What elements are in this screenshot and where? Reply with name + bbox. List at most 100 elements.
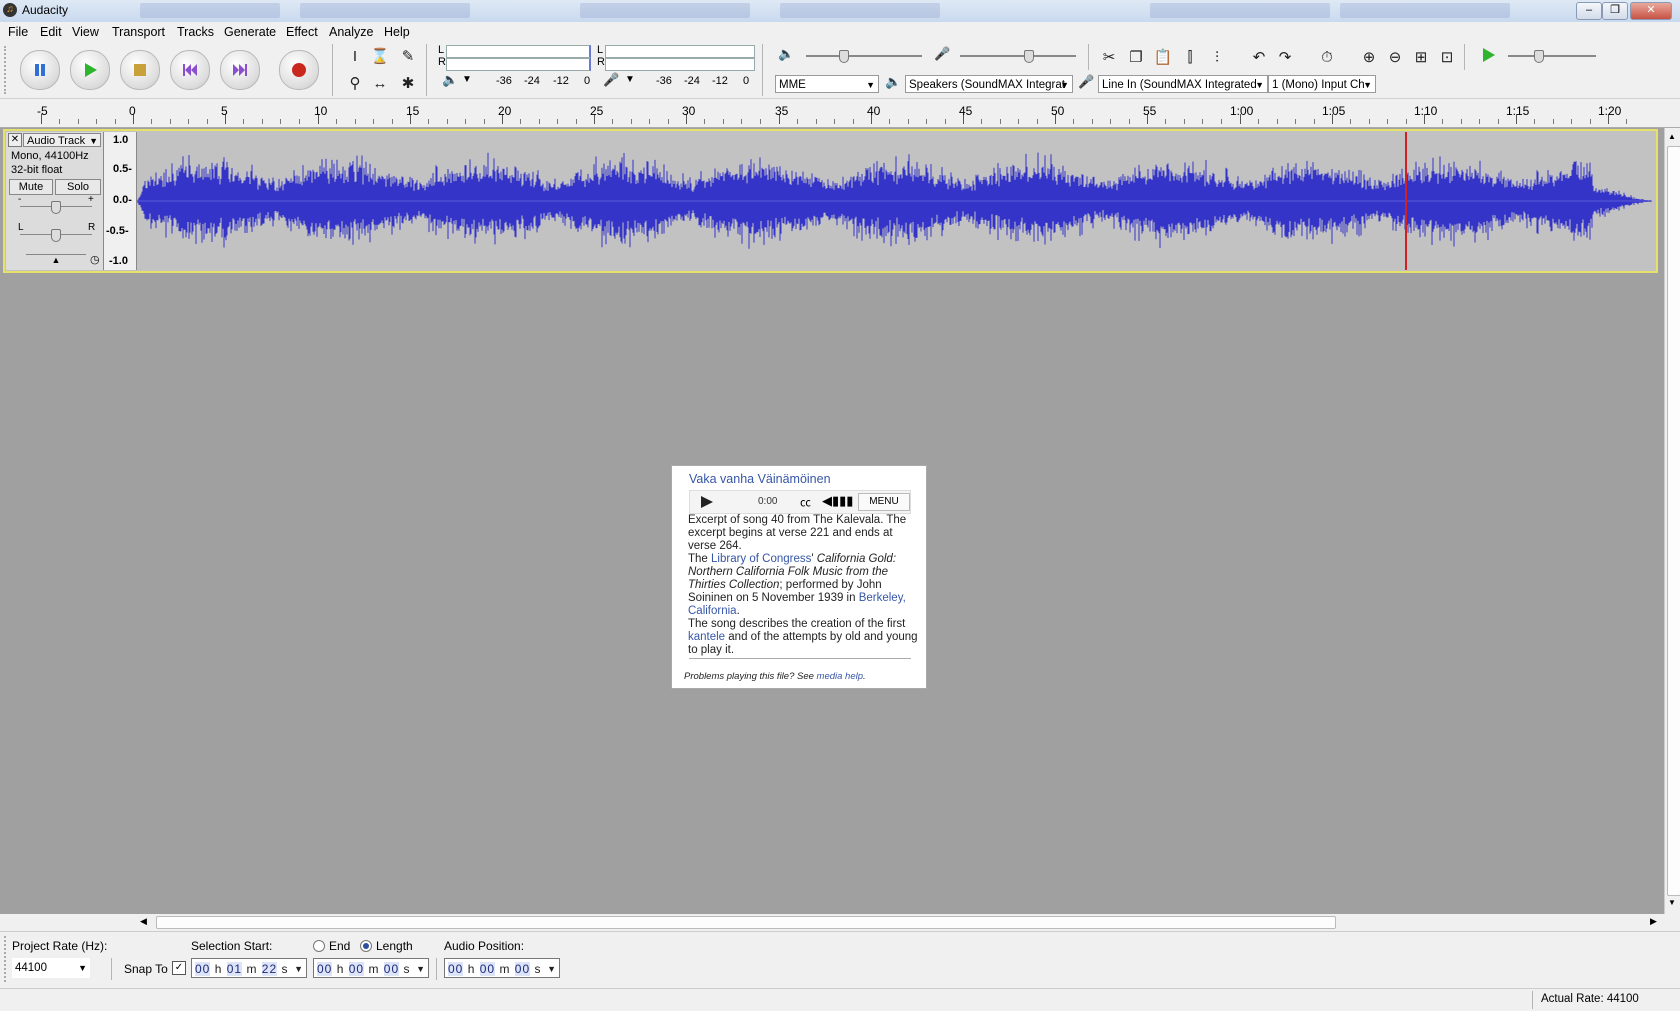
zoom-out-icon[interactable]: ⊖	[1384, 46, 1406, 68]
minutes-digits[interactable]: 00	[479, 962, 496, 976]
skip-to-end-button[interactable]	[220, 50, 260, 90]
selection-tool-icon[interactable]: I	[344, 45, 366, 67]
chevron-down-icon[interactable]: ▼	[547, 959, 557, 979]
play-speed-slider[interactable]	[1508, 55, 1596, 57]
menu-help[interactable]: Help	[380, 24, 414, 40]
undo-icon[interactable]: ↶	[1248, 46, 1270, 68]
hours-digits[interactable]: 00	[448, 962, 464, 976]
vertical-scroll-thumb[interactable]	[1667, 146, 1680, 896]
toolbar-grip[interactable]	[4, 936, 9, 982]
scroll-up-icon[interactable]: ▲	[1668, 132, 1676, 141]
menu-generate[interactable]: Generate	[220, 24, 280, 40]
selection-length-time[interactable]: 00 h 00 m 00 s ▼	[313, 958, 429, 978]
input-device-select[interactable]: Line In (SoundMAX Integrated ▼	[1098, 75, 1268, 93]
play-speed-knob[interactable]	[1534, 50, 1544, 63]
kantele-link[interactable]: kantele	[688, 631, 725, 643]
menu-file[interactable]: File	[4, 24, 32, 40]
play-at-speed-button[interactable]	[1480, 46, 1498, 67]
playback-meter-right[interactable]	[446, 58, 591, 71]
snap-to-checkbox[interactable]: ✓	[172, 961, 186, 975]
mute-button[interactable]: Mute	[9, 179, 53, 195]
pause-button[interactable]	[20, 50, 60, 90]
hours-digits[interactable]: 00	[317, 962, 333, 976]
cut-icon[interactable]: ✂	[1098, 46, 1120, 68]
track-name-menu[interactable]: Audio Track ▼	[23, 133, 101, 147]
solo-button[interactable]: Solo	[55, 179, 101, 195]
seconds-digits[interactable]: 00	[383, 962, 400, 976]
record-meter-menu-icon[interactable]: ▼	[625, 74, 635, 85]
playback-meter-menu-icon[interactable]: ▼	[462, 74, 472, 85]
copy-icon[interactable]: ❐	[1125, 46, 1147, 68]
envelope-tool-icon[interactable]: ⌛	[369, 45, 391, 67]
media-play-icon[interactable]	[700, 495, 714, 509]
end-radio[interactable]	[313, 940, 325, 952]
chevron-down-icon[interactable]: ▼	[294, 959, 304, 979]
play-button[interactable]	[70, 50, 110, 90]
stop-button[interactable]	[120, 50, 160, 90]
timeline-ruler[interactable]: -5 0 5 10 15 20 25 30 35 40 45 50 55 1:00 1:05 1:10 1:15…	[0, 99, 1680, 128]
menu-effect[interactable]: Effect	[282, 24, 322, 40]
draw-tool-icon[interactable]: ✎	[397, 45, 419, 67]
record-button[interactable]	[279, 50, 319, 90]
output-volume-knob[interactable]	[839, 50, 849, 63]
media-help-link[interactable]: media help	[817, 671, 863, 682]
time-shift-tool-icon[interactable]: ↔	[369, 72, 391, 94]
menu-transport[interactable]: Transport	[108, 24, 169, 40]
track-area[interactable]: ✕ Audio Track ▼ Mono, 44100Hz 32-bit floa…	[0, 128, 1664, 914]
waveform[interactable]	[137, 132, 1652, 270]
length-radio[interactable]	[360, 940, 372, 952]
scroll-left-icon[interactable]: ◀	[140, 916, 147, 927]
audio-host-select[interactable]: MME ▼	[775, 75, 879, 93]
minutes-digits[interactable]: 00	[348, 962, 365, 976]
scroll-down-icon[interactable]: ▼	[1668, 898, 1676, 907]
playback-meter-left[interactable]	[446, 45, 591, 58]
menu-analyze[interactable]: Analyze	[325, 24, 377, 40]
output-volume-slider[interactable]	[806, 55, 922, 57]
collapse-track-icon[interactable]: ▲	[26, 254, 86, 267]
toolbar-grip[interactable]	[4, 46, 10, 94]
record-meter-right[interactable]	[605, 58, 755, 71]
vertical-scrollbar[interactable]: ▲ ▼	[1664, 128, 1680, 914]
library-of-congress-link[interactable]: Library of Congress	[711, 553, 811, 565]
seconds-digits[interactable]: 22	[261, 962, 278, 976]
input-volume-knob[interactable]	[1024, 50, 1034, 63]
project-rate-select[interactable]: 44100 ▼	[12, 958, 90, 978]
zoom-in-icon[interactable]: ⊕	[1358, 46, 1380, 68]
closed-captions-icon[interactable]: ㏄	[800, 494, 811, 510]
redo-icon[interactable]: ↷	[1274, 46, 1296, 68]
menu-tracks[interactable]: Tracks	[173, 24, 218, 40]
close-track-icon[interactable]: ✕	[8, 133, 22, 147]
menu-view[interactable]: View	[68, 24, 103, 40]
close-window-button[interactable]: ✕	[1630, 2, 1672, 20]
selection-start-time[interactable]: 00 h 01 m 22 s ▼	[191, 958, 307, 978]
playback-cursor[interactable]	[1405, 132, 1407, 270]
scroll-right-icon[interactable]: ▶	[1650, 916, 1657, 927]
chevron-down-icon[interactable]: ▼	[416, 959, 426, 979]
seconds-digits[interactable]: 00	[514, 962, 531, 976]
paste-icon[interactable]: 📋	[1152, 46, 1174, 68]
fit-selection-icon[interactable]: ⊞	[1410, 46, 1432, 68]
media-menu-button[interactable]: MENU	[858, 493, 910, 511]
record-meter-left[interactable]	[605, 45, 755, 58]
menu-edit[interactable]: Edit	[36, 24, 66, 40]
audio-position-time[interactable]: 00 h 00 m 00 s ▼	[444, 958, 560, 978]
input-volume-slider[interactable]	[960, 55, 1076, 57]
minimize-button[interactable]: –	[1576, 2, 1602, 20]
horizontal-scroll-thumb[interactable]	[156, 916, 1336, 929]
volume-icon[interactable]: ◀▮▮▮	[822, 493, 853, 509]
skip-to-start-button[interactable]	[170, 50, 210, 90]
zoom-tool-icon[interactable]: ⚲	[344, 72, 366, 94]
minutes-digits[interactable]: 01	[226, 962, 243, 976]
silence-icon[interactable]: ⫶	[1206, 46, 1228, 68]
pan-knob[interactable]	[51, 229, 61, 242]
trim-icon[interactable]: ⫿	[1179, 46, 1201, 68]
hours-digits[interactable]: 00	[195, 962, 211, 976]
fit-project-icon[interactable]: ⊡	[1436, 46, 1458, 68]
horizontal-scrollbar[interactable]: ◀ ▶	[136, 914, 1664, 930]
output-device-select[interactable]: Speakers (SoundMAX Integrat ▼	[905, 75, 1073, 93]
maximize-button[interactable]: ❐	[1602, 2, 1628, 20]
sync-lock-icon[interactable]: ⏱	[1316, 46, 1338, 68]
multi-tool-icon[interactable]: ✱	[397, 72, 419, 94]
audio-track[interactable]: ✕ Audio Track ▼ Mono, 44100Hz 32-bit floa…	[3, 129, 1658, 273]
gain-knob[interactable]	[51, 201, 61, 214]
